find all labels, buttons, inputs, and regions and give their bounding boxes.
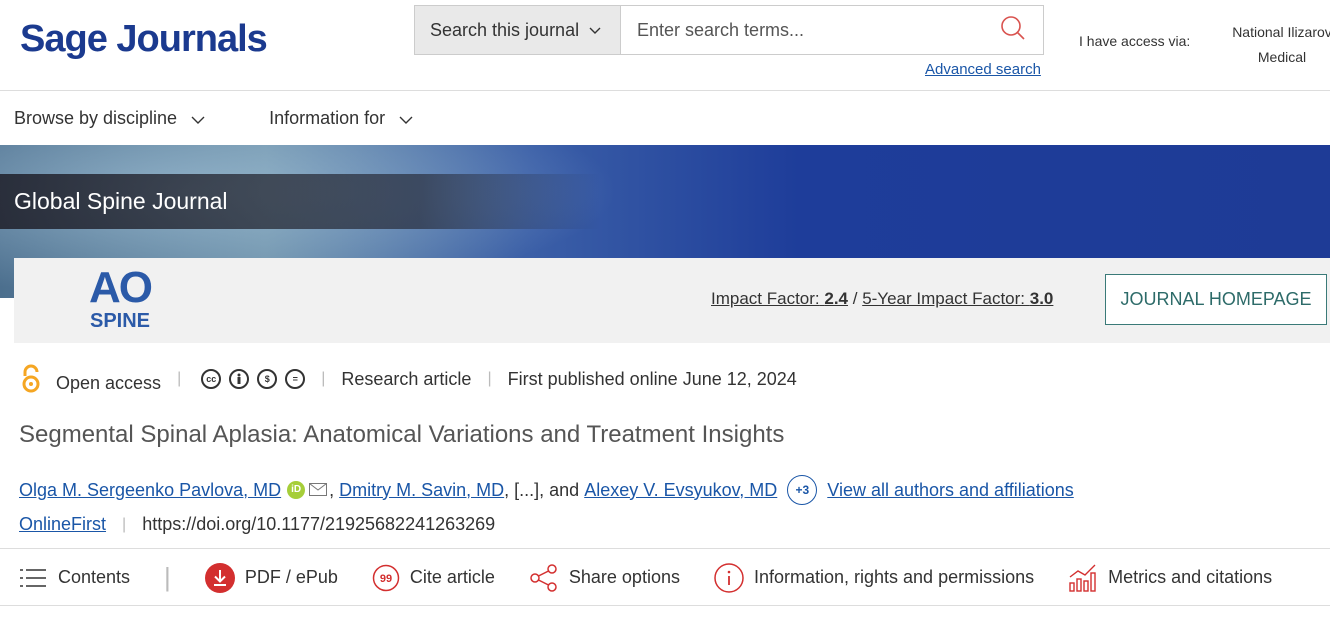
separator: | [164, 562, 171, 592]
information-rights-button[interactable]: Information, rights and permissions [714, 562, 1035, 593]
ao-logo-bottom: SPINE [89, 310, 151, 332]
access-institution-line1: National Ilizarov [1232, 24, 1330, 40]
cc-nd-icon: = [285, 369, 306, 389]
share-label: Share options [568, 567, 680, 587]
cite-label: Cite article [409, 567, 495, 587]
separator: | [321, 370, 326, 387]
quote-icon: 99 [372, 564, 400, 592]
nav-browse-label: Browse by discipline [14, 107, 178, 128]
five-year-value: 3.0 [1029, 289, 1054, 308]
nav-information-for[interactable]: Information for [269, 108, 413, 129]
author-link[interactable]: Alexey V. Evsyukov, MD [584, 480, 777, 501]
download-icon [204, 562, 235, 593]
open-access-icon [20, 364, 42, 394]
header-divider [0, 90, 1330, 91]
separator: | [487, 370, 492, 387]
orcid-icon[interactable]: iD [287, 481, 306, 499]
chevron-down-icon [589, 22, 601, 38]
access-institution-line2: Medical [1257, 49, 1307, 65]
svg-text:99: 99 [380, 573, 392, 585]
contents-label: Contents [58, 567, 131, 587]
author-separator: , [329, 479, 340, 500]
impact-separator: / [848, 289, 863, 308]
article-type: Research article [341, 368, 472, 389]
metrics-citations-button[interactable]: Metrics and citations [1068, 563, 1272, 593]
doi-text: https://doi.org/10.1177/2192568224126326… [142, 514, 496, 534]
chevron-down-icon [399, 108, 413, 129]
cc-by-icon [229, 369, 250, 389]
impact-value: 2.4 [824, 289, 849, 308]
pdf-epub-button[interactable]: PDF / ePub [204, 562, 338, 593]
search-icon [1000, 15, 1026, 46]
journal-info-bar: AO SPINE Impact Factor: 2.4 / 5-Year Imp… [14, 258, 1330, 343]
journal-title[interactable]: Global Spine Journal [14, 188, 228, 215]
five-year-label: 5-Year Impact Factor: [862, 289, 1026, 308]
share-options-button[interactable]: Share options [529, 563, 680, 593]
toolbar-top-divider [0, 548, 1330, 549]
impact-factor[interactable]: Impact Factor: 2.4 / 5-Year Impact Facto… [711, 289, 1053, 309]
more-authors-badge[interactable]: +3 [787, 475, 818, 505]
chevron-down-icon [191, 108, 205, 129]
search-button[interactable] [983, 6, 1043, 54]
ao-logo-top: AO [89, 263, 153, 312]
search-input[interactable] [621, 6, 983, 54]
article-meta: Open access | cc $ = | Research article … [20, 362, 797, 396]
access-institution[interactable]: National Ilizarov Medical [1222, 20, 1330, 70]
list-icon [20, 567, 48, 589]
search-scope-dropdown[interactable]: Search this journal [415, 6, 621, 54]
article-toolbar: Contents | PDF / ePub 99 Cite article Sh… [0, 550, 1272, 605]
separator: | [177, 370, 182, 387]
contents-button[interactable]: Contents [20, 567, 130, 589]
nav-info-label: Information for [269, 107, 386, 128]
view-all-authors-link[interactable]: View all authors and affiliations [827, 480, 1074, 501]
open-access-label: Open access [56, 372, 162, 393]
article-title: Segmental Spinal Aplasia: Anatomical Var… [19, 421, 785, 448]
metrics-chart-icon [1068, 563, 1098, 593]
publish-date: First published online June 12, 2024 [507, 368, 797, 389]
search-scope-label: Search this journal [430, 19, 580, 40]
author-link[interactable]: Dmitry M. Savin, MD [339, 480, 504, 501]
info-icon [714, 562, 744, 593]
cite-article-button[interactable]: 99 Cite article [372, 564, 495, 592]
author-list: Olga M. Sergeenko Pavlova, MD iD , Dmitr… [19, 475, 1074, 505]
doi-row: OnlineFirst | https://doi.org/10.1177/21… [19, 514, 495, 535]
access-label: I have access via: [1079, 33, 1191, 49]
cc-nc-icon: $ [257, 369, 278, 389]
search-bar: Search this journal [414, 5, 1044, 55]
info-label: Information, rights and permissions [753, 567, 1035, 587]
share-icon [529, 563, 559, 593]
pdf-label: PDF / ePub [244, 567, 338, 587]
mail-icon[interactable] [309, 480, 328, 501]
advanced-search-link[interactable]: Advanced search [925, 61, 1041, 78]
ao-spine-logo[interactable]: AO SPINE [80, 263, 160, 333]
author-link[interactable]: Olga M. Sergeenko Pavlova, MD [19, 480, 281, 501]
separator: | [122, 515, 127, 533]
metrics-label: Metrics and citations [1108, 567, 1273, 587]
cc-icon: cc [201, 369, 222, 389]
author-ellipsis: , [...], and [504, 479, 585, 500]
impact-label: Impact Factor: [711, 289, 820, 308]
main-nav: Browse by discipline Information for [0, 92, 463, 144]
toolbar-bottom-divider [0, 605, 1330, 606]
sage-journals-logo[interactable]: Sage Journals [20, 18, 268, 61]
license-icons[interactable]: cc $ = [201, 369, 306, 389]
online-first-link[interactable]: OnlineFirst [19, 514, 106, 535]
nav-browse-by-discipline[interactable]: Browse by discipline [14, 108, 205, 129]
journal-homepage-button[interactable]: JOURNAL HOMEPAGE [1105, 274, 1327, 325]
site-header: Sage Journals Search this journal Advanc… [0, 0, 1330, 90]
